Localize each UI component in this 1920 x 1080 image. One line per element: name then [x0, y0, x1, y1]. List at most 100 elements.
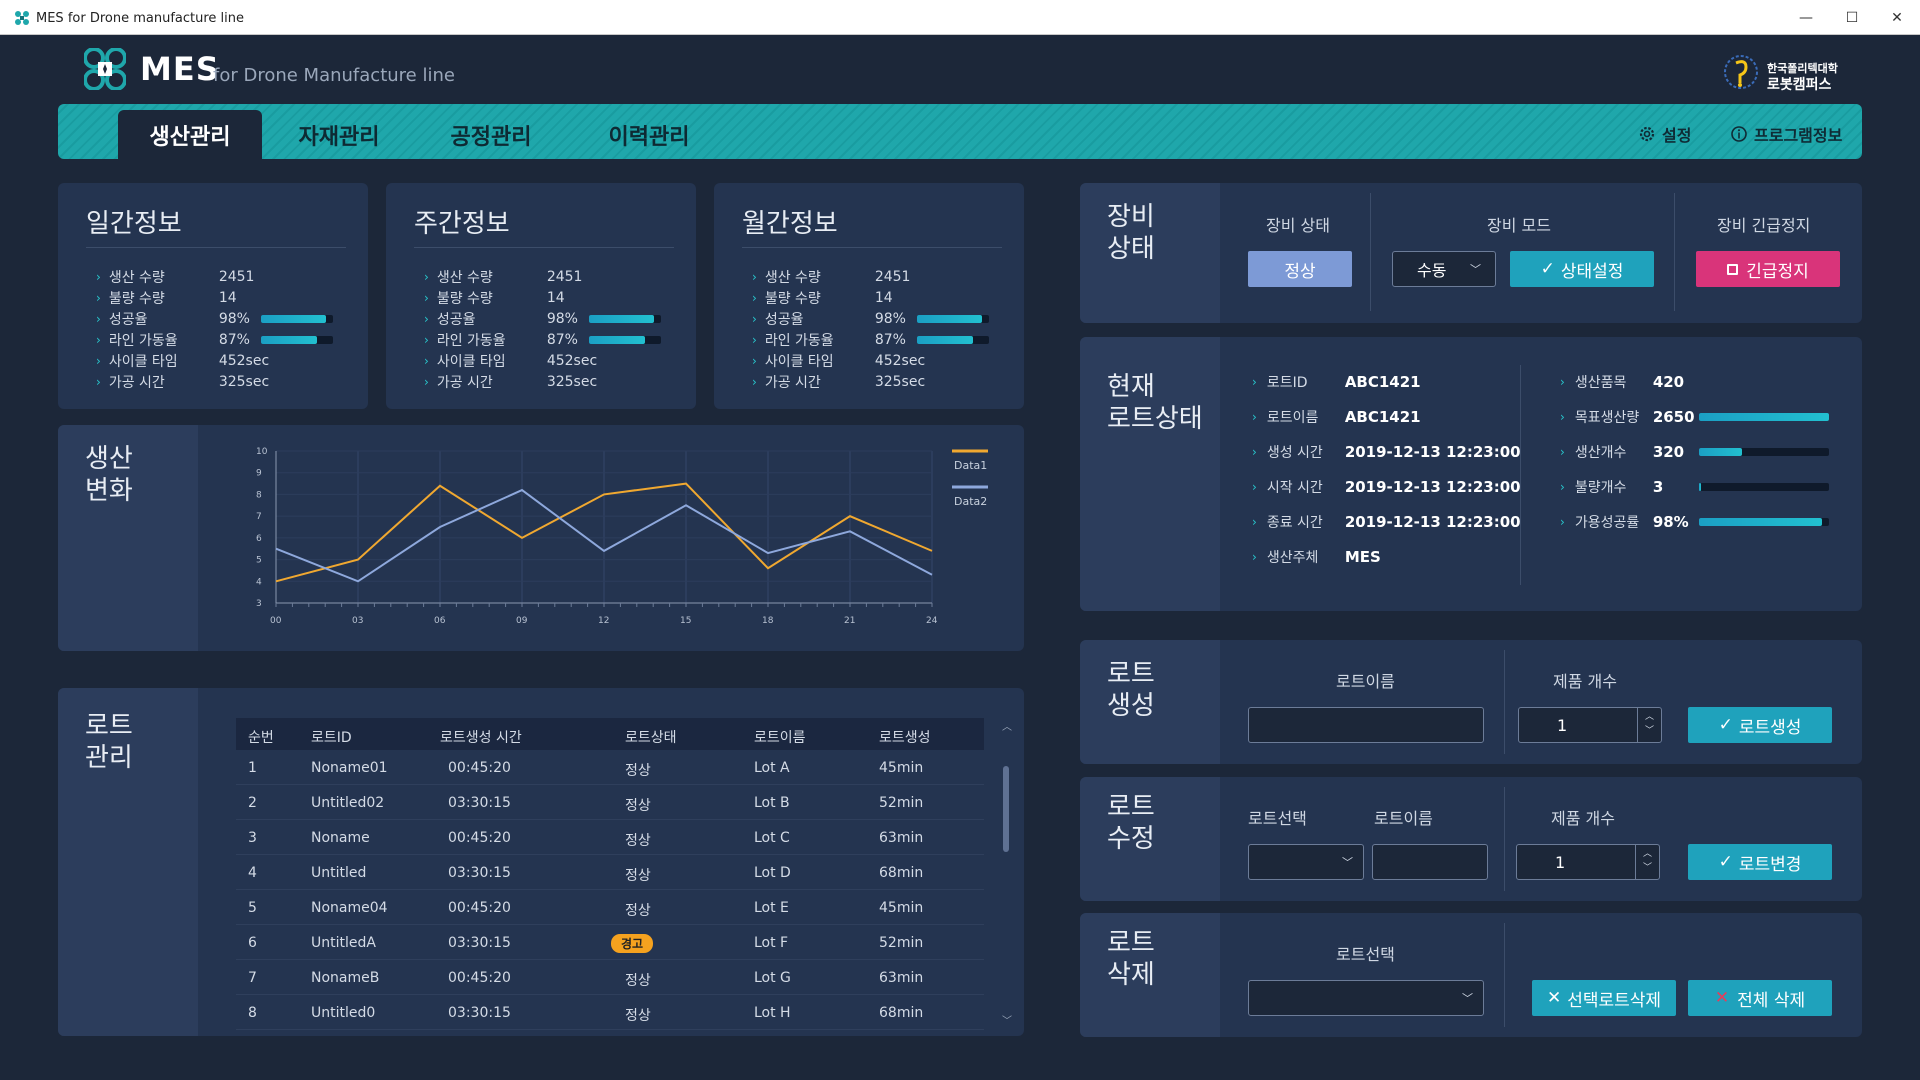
create-lot-label: 로트생성 — [1738, 717, 1802, 738]
lot-delete-label-line2: 삭제 — [1107, 960, 1155, 990]
emergency-stop-button[interactable]: 긴급정지 — [1696, 251, 1840, 287]
set-state-button[interactable]: ✓ 상태설정 — [1510, 251, 1654, 287]
table-row[interactable]: 4 Untitled 03:30:15 정상 Lot D 68min — [236, 855, 984, 890]
stat-label: 불량 수량 — [764, 291, 821, 307]
equipment-mode-select[interactable]: 수동 ﹀ — [1392, 251, 1496, 287]
column-header[interactable]: 로트생성 — [879, 727, 931, 747]
lot-metric-row: › 가용성공률 98% — [1560, 512, 1829, 532]
stat-label: 라인 가동율 — [436, 333, 506, 349]
column-header[interactable]: 로트생성 시간 — [440, 727, 522, 747]
lot-delete-select[interactable]: ﹀ — [1248, 980, 1484, 1016]
delete-all-button[interactable]: ✕ 전체 삭제 — [1688, 980, 1832, 1016]
scroll-down-icon[interactable]: ﹀ — [1002, 1012, 1012, 1027]
divider — [1504, 787, 1505, 891]
lot-edit-label-line1: 로트 — [1107, 792, 1155, 822]
chevron-right-icon: › — [96, 312, 101, 326]
stat-label: 사이클 타임 — [764, 354, 834, 370]
column-header[interactable]: 로트이름 — [754, 727, 806, 747]
table-row[interactable]: 6 UntitledA 03:30:15 경고 Lot F 52min — [236, 925, 984, 960]
card-divider — [414, 247, 674, 248]
stat-progress-fill — [588, 336, 645, 344]
lot-name-edit-input[interactable] — [1372, 844, 1488, 880]
table-cell: Noname04 — [311, 900, 388, 916]
table-row[interactable]: 8 Untitled0 03:30:15 정상 Lot H 68min — [236, 995, 984, 1030]
product-count-stepper[interactable]: 1 ︿ ﹀ — [1516, 844, 1660, 880]
table-cell: Lot B — [754, 795, 790, 811]
stat-row: › 라인 가동율 87% — [96, 331, 333, 349]
lot-select-label: 로트선택 — [1248, 809, 1307, 828]
table-row[interactable]: 5 Noname04 00:45:20 정상 Lot E 45min — [236, 890, 984, 925]
table-scrollbar[interactable]: ︿ ﹀ — [1000, 718, 1012, 1028]
chart-x-tick-label: 21 — [844, 616, 855, 626]
create-lot-button[interactable]: ✓ 로트생성 — [1688, 707, 1832, 743]
drone-logo-icon — [84, 48, 126, 90]
product-count-label: 제품 개수 — [1551, 809, 1615, 828]
chevron-right-icon: › — [752, 333, 757, 347]
table-cell: 정상 — [625, 1008, 651, 1024]
chevron-right-icon: › — [1560, 480, 1565, 494]
table-row[interactable]: 2 Untitled02 03:30:15 정상 Lot B 52min — [236, 785, 984, 820]
stat-row: › 사이클 타임 452sec — [96, 352, 269, 370]
column-header[interactable]: 순번 — [248, 727, 274, 747]
lot-mgmt-label-line2: 관리 — [85, 743, 133, 773]
maximize-icon[interactable]: ☐ — [1829, 0, 1875, 35]
lot-metric-bar — [1698, 518, 1829, 526]
tab-process[interactable]: 공정관리 — [424, 110, 558, 159]
scrollbar-thumb[interactable] — [1003, 766, 1009, 852]
status-badge: 경고 — [611, 934, 654, 953]
lot-name-label: 로트이름 — [1374, 809, 1433, 828]
lot-select-dropdown[interactable]: ﹀ — [1248, 844, 1364, 880]
lot-info-value: 2019-12-13 12:23:00 — [1344, 478, 1521, 496]
table-cell: Noname01 — [311, 760, 388, 776]
stat-label: 라인 가동율 — [108, 333, 178, 349]
table-row[interactable]: 1 Noname01 00:45:20 정상 Lot A 45min — [236, 750, 984, 785]
table-cell: Lot E — [754, 900, 789, 916]
lot-metric-label: 생산개수 — [1574, 445, 1627, 461]
chevron-right-icon: › — [424, 375, 429, 389]
program-info-button[interactable]: 프로그램정보 — [1730, 122, 1842, 146]
scroll-up-icon[interactable]: ︿ — [1002, 718, 1012, 733]
daily-info-title: 일간정보 — [86, 209, 182, 239]
table-cell: 00:45:20 — [448, 970, 511, 986]
table-row[interactable]: 3 Noname 00:45:20 정상 Lot C 63min — [236, 820, 984, 855]
chevron-right-icon: › — [1560, 515, 1565, 529]
divider — [1674, 193, 1675, 311]
product-count-stepper[interactable]: 1 ︿ ﹀ — [1518, 707, 1662, 743]
stat-row: › 불량 수량 14 — [752, 289, 917, 307]
stat-row: › 생산 수량 2451 — [424, 268, 589, 286]
chart-y-tick-label: 6 — [256, 534, 262, 544]
stat-value: 325sec — [546, 374, 598, 390]
column-header[interactable]: 로트상태 — [625, 727, 677, 747]
minimize-icon[interactable]: — — [1783, 0, 1829, 35]
tab-materials[interactable]: 자재관리 — [272, 110, 406, 159]
tab-production[interactable]: 생산관리 — [118, 110, 262, 159]
chart-x-tick-label: 03 — [352, 616, 363, 626]
change-lot-button[interactable]: ✓ 로트변경 — [1688, 844, 1832, 880]
chart-y-tick-label: 9 — [256, 469, 262, 479]
lot-name-input[interactable] — [1248, 707, 1484, 743]
decrement-icon[interactable]: ﹀ — [1643, 860, 1652, 873]
chevron-right-icon: › — [424, 270, 429, 284]
chart-x-tick-label: 18 — [762, 616, 774, 626]
tab-history[interactable]: 이력관리 — [582, 110, 716, 159]
table-cell: 정상 — [625, 973, 651, 989]
settings-button[interactable]: 설정 — [1638, 122, 1691, 146]
delete-selected-lot-button[interactable]: ✕ 선택로트삭제 — [1532, 980, 1676, 1016]
table-cell: 45min — [879, 900, 924, 916]
table-row[interactable]: 7 NonameB 00:45:20 정상 Lot G 63min — [236, 960, 984, 995]
stat-label: 라인 가동율 — [764, 333, 834, 349]
decrement-icon[interactable]: ﹀ — [1645, 723, 1654, 736]
table-cell: 68min — [879, 1005, 924, 1021]
table-cell: 정상 — [625, 798, 651, 814]
current-lot-side-label: 현재 로트상태 — [1080, 337, 1220, 611]
table-cell: 03:30:15 — [448, 865, 511, 881]
increment-icon[interactable]: ︿ — [1643, 846, 1652, 859]
stat-label: 사이클 타임 — [436, 354, 506, 370]
increment-icon[interactable]: ︿ — [1645, 709, 1654, 722]
lot-info-value: MES — [1344, 548, 1381, 566]
lot-metric-fill — [1698, 483, 1702, 491]
check-icon: ✓ — [1540, 259, 1555, 279]
stat-label: 불량 수량 — [436, 291, 493, 307]
column-header[interactable]: 로트ID — [311, 727, 352, 747]
close-icon[interactable]: ✕ — [1874, 0, 1920, 35]
